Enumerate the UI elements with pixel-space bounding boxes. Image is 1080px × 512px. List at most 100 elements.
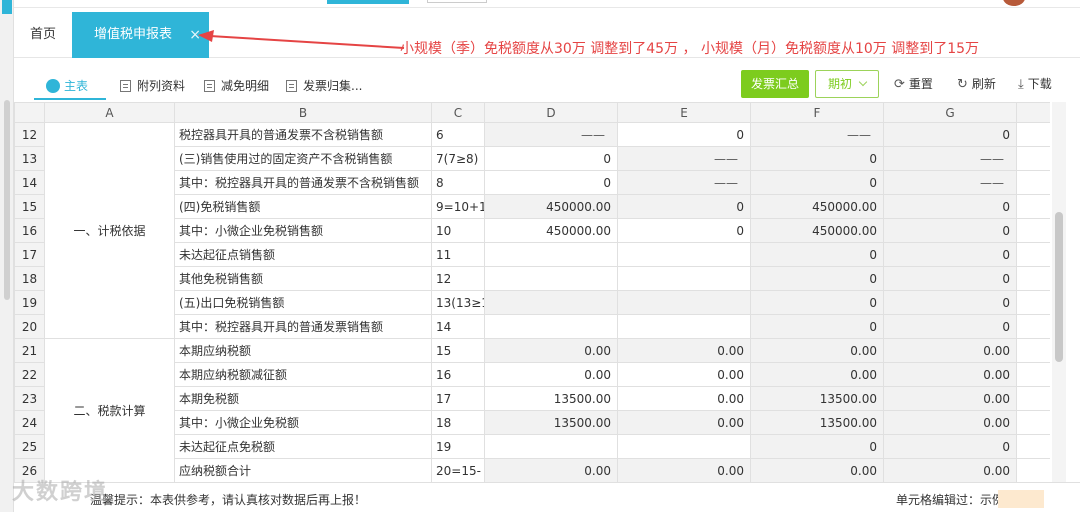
refresh-button[interactable]: ↻ 刷新 xyxy=(957,70,996,98)
tab-vat-return[interactable]: 增值税申报表 × xyxy=(72,12,209,58)
cell-extra xyxy=(1016,338,1050,363)
scrollbar-thumb[interactable] xyxy=(1055,212,1063,362)
row-number: 21 xyxy=(14,338,45,363)
cell-extra xyxy=(1016,458,1050,482)
column-header[interactable]: F xyxy=(750,102,884,123)
cell-e[interactable] xyxy=(617,314,751,339)
cell-d[interactable]: 0.00 xyxy=(484,362,618,387)
tab-reduction-details[interactable]: 减免明细 xyxy=(204,72,269,100)
cell-g: 0.00 xyxy=(883,458,1017,482)
invoice-summary-button[interactable]: 发票汇总 xyxy=(741,70,809,98)
cell-g: 0.00 xyxy=(883,410,1017,435)
cell-g: —— xyxy=(883,146,1017,171)
row-label: 本期应纳税额减征额 xyxy=(174,362,432,387)
cell-e[interactable]: 0.00 xyxy=(617,386,751,411)
cell-e: 0.00 xyxy=(617,458,751,482)
watermark-logo: 大数跨境 xyxy=(12,480,109,505)
column-header[interactable]: B xyxy=(174,102,432,123)
top-button[interactable] xyxy=(327,0,409,4)
section-tax-basis: 一、计税依据 xyxy=(44,122,175,339)
cell-f: 0.00 xyxy=(750,362,884,387)
row-label: (四)免税销售额 xyxy=(174,194,432,219)
cell-d[interactable] xyxy=(484,314,618,339)
cell-e[interactable]: 0.00 xyxy=(617,362,751,387)
cell-f: 450000.00 xyxy=(750,194,884,219)
cell-g: 0.00 xyxy=(883,338,1017,363)
row-code: 19 xyxy=(431,434,485,459)
top-box[interactable] xyxy=(427,0,487,3)
cell-extra xyxy=(1016,242,1050,267)
avatar[interactable] xyxy=(1003,0,1025,6)
annotation-text: 小规模（季）免税额度从30万 调整到了45万 ， 小规模（月）免税额度从10万 … xyxy=(400,41,980,57)
document-icon xyxy=(204,80,215,92)
column-header-row: A B C D E F G xyxy=(14,102,1050,123)
row-label: 其中：税控器具开具的普通发票销售额 xyxy=(174,314,432,339)
cell-e: —— xyxy=(617,170,751,195)
cell-d[interactable] xyxy=(484,434,618,459)
cell-f: 0 xyxy=(750,242,884,267)
row-code: 16 xyxy=(431,362,485,387)
cell-e: —— xyxy=(617,146,751,171)
tab-home[interactable]: 首页 xyxy=(14,20,72,58)
cell-d[interactable]: 450000.00 xyxy=(484,218,618,243)
cell-e[interactable]: 0 xyxy=(617,122,751,147)
main-table-icon xyxy=(46,79,60,93)
row-code: 14 xyxy=(431,314,485,339)
row-code: 15 xyxy=(431,338,485,363)
corner-cell xyxy=(14,102,45,123)
cell-d xyxy=(484,290,618,315)
cell-e[interactable]: 0 xyxy=(617,218,751,243)
cell-g: 0 xyxy=(883,242,1017,267)
cell-g: 0 xyxy=(883,194,1017,219)
cell-g: 0 xyxy=(883,434,1017,459)
sidebar-accent xyxy=(2,0,12,14)
row-number: 18 xyxy=(14,266,45,291)
column-header[interactable]: G xyxy=(883,102,1017,123)
row-code: 6 xyxy=(431,122,485,147)
cell-extra xyxy=(1016,170,1050,195)
row-number: 13 xyxy=(14,146,45,171)
cell-d[interactable] xyxy=(484,266,618,291)
sidebar-scrollbar[interactable] xyxy=(4,100,10,300)
cell-g: 0.00 xyxy=(883,386,1017,411)
cell-f: 0 xyxy=(750,290,884,315)
column-header[interactable]: A xyxy=(44,102,175,123)
table-row: 12 一、计税依据 税控器具开具的普通发票不含税销售额 6 —— 0 —— 0 xyxy=(14,122,1050,339)
document-icon xyxy=(120,80,131,92)
download-button[interactable]: ⤓ 下载 xyxy=(1018,70,1052,98)
cell-extra xyxy=(1016,218,1050,243)
cell-d: 0.00 xyxy=(484,338,618,363)
row-label: 其他免税销售额 xyxy=(174,266,432,291)
cell-e[interactable] xyxy=(617,266,751,291)
cell-d[interactable]: 0 xyxy=(484,146,618,171)
cell-d[interactable]: 0 xyxy=(484,170,618,195)
refresh-icon: ↻ xyxy=(957,77,968,92)
footer-hint: 温馨提示：本表供参考，请认真核对数据后再上报！ xyxy=(90,493,367,507)
tab-attachments[interactable]: 附列资料 xyxy=(120,72,185,100)
vertical-scrollbar[interactable] xyxy=(1052,102,1066,482)
tab-invoice-collection[interactable]: 发票归集... xyxy=(286,72,362,100)
tab-main-table[interactable]: 主表 xyxy=(34,72,106,100)
cell-e[interactable] xyxy=(617,242,751,267)
cell-g: 0 xyxy=(883,218,1017,243)
cell-e[interactable] xyxy=(617,434,751,459)
cell-f: 0 xyxy=(750,434,884,459)
annotation-arrow-icon xyxy=(198,30,405,49)
column-header[interactable]: E xyxy=(617,102,751,123)
cell-f: 0.00 xyxy=(750,338,884,363)
column-header[interactable]: C xyxy=(431,102,485,123)
section-tax-calculation: 二、税款计算 xyxy=(44,338,175,482)
cell-d[interactable]: 13500.00 xyxy=(484,386,618,411)
column-header[interactable]: D xyxy=(484,102,618,123)
period-dropdown[interactable]: 期初 xyxy=(815,70,879,98)
cell-e xyxy=(617,290,751,315)
cell-extra xyxy=(1016,362,1050,387)
cell-extra xyxy=(1016,266,1050,291)
reset-button[interactable]: ⟳ 重置 xyxy=(894,70,933,98)
row-label: 本期应纳税额 xyxy=(174,338,432,363)
cell-d[interactable] xyxy=(484,242,618,267)
row-code: 12 xyxy=(431,266,485,291)
row-number: 23 xyxy=(14,386,45,411)
cell-g: 0.00 xyxy=(883,362,1017,387)
cell-f: —— xyxy=(750,122,884,147)
